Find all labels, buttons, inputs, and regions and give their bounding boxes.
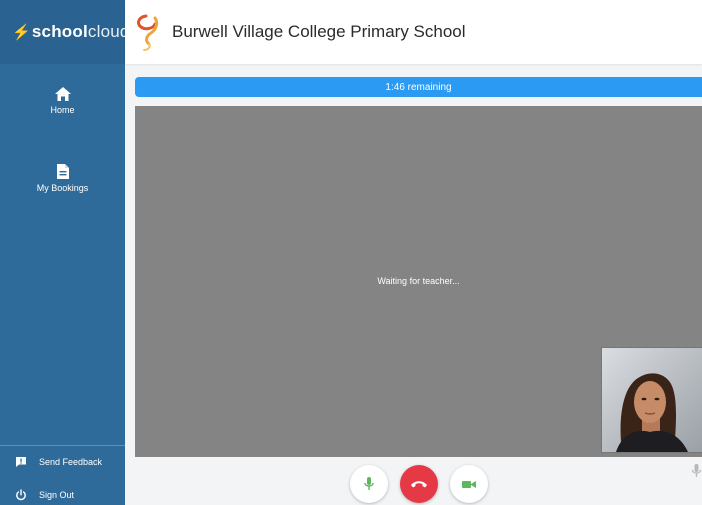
- sidebar: ⚡ school cloud Home My Bookings Send Feedb…: [0, 0, 129, 505]
- microphone-button[interactable]: [350, 465, 388, 503]
- document-icon: [56, 164, 69, 179]
- send-feedback-button[interactable]: Send Feedback: [14, 456, 102, 468]
- self-view-person-image: [602, 348, 702, 452]
- sidebar-item-label: My Bookings: [36, 183, 89, 193]
- sidebar-item-my-bookings[interactable]: My Bookings: [0, 163, 125, 193]
- sidebar-divider: [0, 445, 125, 446]
- waiting-status: Waiting for teacher...: [377, 276, 460, 286]
- page-header: Burwell Village College Primary School: [125, 0, 702, 64]
- sign-out-label: Sign Out: [39, 490, 75, 500]
- video-camera-icon: [462, 480, 476, 488]
- time-remaining-bar: 1:46 remaining: [135, 77, 702, 97]
- home-icon: [54, 87, 71, 101]
- school-logo-icon: [137, 14, 159, 51]
- microphone-icon: [364, 477, 374, 490]
- sidebar-item-label: Home: [50, 105, 75, 115]
- camera-button[interactable]: [450, 465, 488, 503]
- sign-out-button[interactable]: Sign Out: [14, 489, 74, 501]
- brand-cloud-text: cloud: [87, 22, 130, 41]
- phone-hangup-icon: [411, 481, 427, 488]
- send-feedback-label: Send Feedback: [39, 457, 103, 467]
- hang-up-button[interactable]: [400, 465, 438, 503]
- brand-school-text: school: [31, 22, 88, 41]
- schoolcloud-logo[interactable]: ⚡ school cloud: [0, 0, 129, 64]
- school-name: Burwell Village College Primary School: [172, 22, 466, 41]
- call-controls: [135, 457, 702, 505]
- self-view-video[interactable]: [602, 348, 702, 452]
- microphone-indicator-icon: [691, 464, 702, 477]
- bolt-icon: ⚡: [12, 24, 31, 41]
- power-icon: [16, 489, 26, 501]
- sidebar-item-home[interactable]: Home: [0, 86, 125, 115]
- feedback-icon: [16, 457, 26, 467]
- time-remaining-text: 1:46 remaining: [385, 81, 452, 93]
